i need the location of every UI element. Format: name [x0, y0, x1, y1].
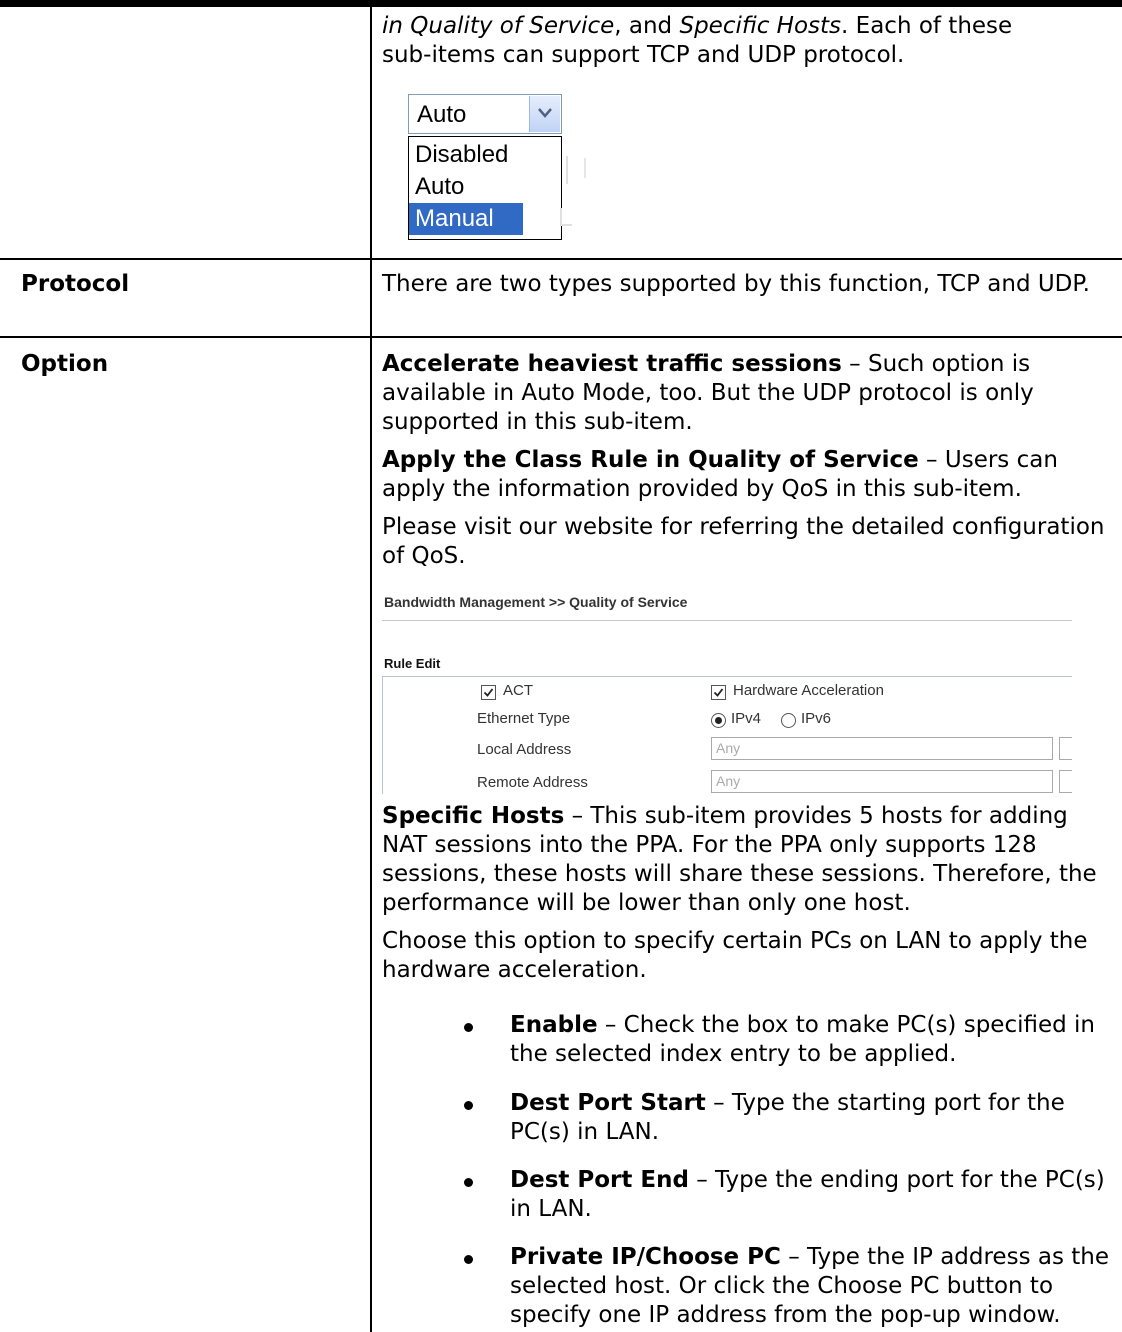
mode-options-list: Disabled Auto Manual: [408, 136, 562, 240]
background-fragment: [560, 208, 572, 226]
local-address-input[interactable]: Any: [711, 737, 1053, 760]
remote-address-label: Remote Address: [477, 774, 588, 791]
bullet-dot: [464, 1255, 473, 1264]
table-top-border: [0, 0, 1122, 7]
column-divider: [370, 0, 372, 1332]
bullet-dot: [464, 1101, 473, 1110]
bullet-dot: [464, 1178, 473, 1187]
row-divider: [0, 336, 1122, 338]
local-address-label: Local Address: [477, 741, 572, 758]
hardware-acceleration-checkbox[interactable]: [711, 685, 726, 700]
option-auto[interactable]: Auto: [409, 171, 561, 203]
intro-text: in Quality of Service, and Specific Host…: [382, 13, 1013, 68]
act-label: ACT: [503, 682, 533, 699]
act-checkbox[interactable]: [481, 685, 496, 700]
local-address-edit-button[interactable]: [1059, 737, 1072, 760]
chevron-down-icon[interactable]: [529, 96, 560, 132]
ipv6-label: IPv6: [801, 710, 832, 727]
mode-select[interactable]: Auto: [408, 94, 562, 134]
hardware-acceleration-label: Hardware Acceleration: [733, 682, 884, 699]
ethernet-type-label: Ethernet Type: [477, 710, 571, 727]
option-manual[interactable]: Manual: [409, 203, 523, 235]
remote-address-edit-button[interactable]: [1059, 770, 1072, 793]
option-description-part2: Specific Hosts – This sub-item provides …: [382, 803, 1097, 983]
qos-section-title: Rule Edit: [384, 656, 441, 671]
bullet-dest-port-start: Dest Port Start – Type the starting port…: [510, 1090, 1065, 1145]
remote-address-input[interactable]: Any: [711, 770, 1053, 793]
ipv4-label: IPv4: [731, 710, 762, 727]
option-disabled[interactable]: Disabled: [409, 139, 561, 171]
mode-dropdown-figure: Auto Disabled Auto Manual: [408, 94, 562, 240]
qos-rule-box: ACT Hardware Acceleration Ethernet Type …: [382, 676, 1072, 794]
row-label-protocol: Protocol: [21, 271, 130, 297]
option-description-part1: Accelerate heaviest traffic sessions – S…: [382, 351, 1105, 569]
row-label-option: Option: [21, 351, 109, 377]
bullet-enable: Enable – Check the box to make PC(s) spe…: [510, 1012, 1096, 1067]
bullet-dest-port-end: Dest Port End – Type the ending port for…: [510, 1167, 1105, 1222]
row-divider: [0, 258, 1122, 260]
qos-rule-edit-screenshot: Bandwidth Management >> Quality of Servi…: [382, 594, 1072, 794]
protocol-description: There are two types supported by this fu…: [382, 271, 1090, 297]
background-fragment: [566, 156, 568, 184]
background-fragment: [584, 158, 586, 178]
qos-breadcrumb: Bandwidth Management >> Quality of Servi…: [384, 594, 688, 610]
ipv4-radio[interactable]: [711, 713, 726, 728]
bullet-private-ip: Private IP/Choose PC – Type the IP addre…: [510, 1244, 1109, 1328]
qos-separator: [382, 620, 1072, 621]
bullet-dot: [464, 1023, 473, 1032]
ipv6-radio[interactable]: [781, 713, 796, 728]
